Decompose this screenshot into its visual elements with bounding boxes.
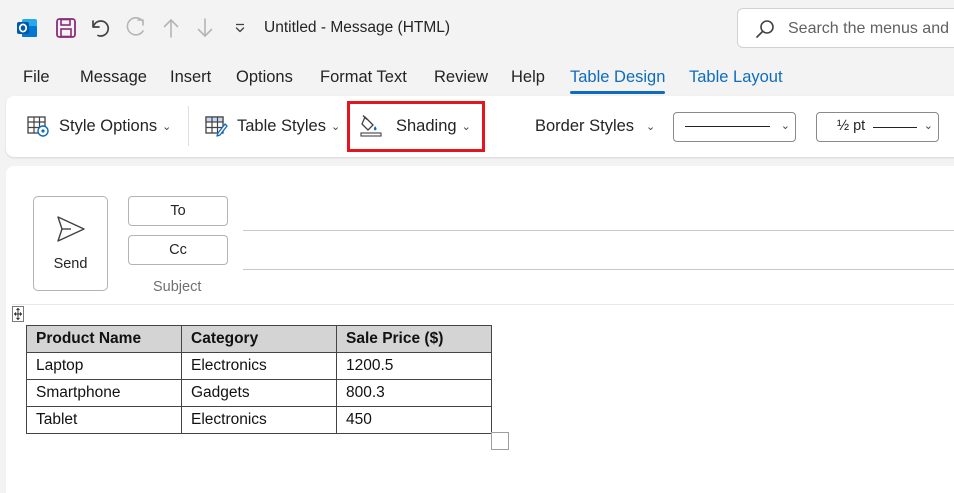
undo-icon[interactable] xyxy=(88,14,112,42)
ribbon: Style Options ⌄ Table Styles ⌄ Shading ⌄… xyxy=(6,96,954,157)
customize-toolbar-icon[interactable] xyxy=(230,14,250,42)
table-row: Tablet Electronics 450 xyxy=(26,406,492,434)
tab-file[interactable]: File xyxy=(23,68,50,87)
table-styles-button[interactable]: Table Styles ⌄ xyxy=(204,110,340,142)
tab-message[interactable]: Message xyxy=(80,68,147,87)
message-compose-area: Send To Cc Subject Product Name Category… xyxy=(6,166,954,493)
save-icon[interactable] xyxy=(54,14,78,42)
table-move-handle-icon[interactable] xyxy=(12,306,24,322)
tab-help[interactable]: Help xyxy=(511,68,545,87)
redo-icon[interactable] xyxy=(122,14,148,42)
chevron-down-icon: ⌄ xyxy=(162,120,172,133)
tab-options[interactable]: Options xyxy=(236,68,293,87)
chevron-down-icon: ⌄ xyxy=(780,120,790,132)
header-sale-price[interactable]: Sale Price ($) xyxy=(336,325,492,353)
table-row: Laptop Electronics 1200.5 xyxy=(26,352,492,380)
line-weight-dropdown[interactable]: ½ pt ⌄ xyxy=(816,112,939,142)
table-style-options-icon xyxy=(27,116,49,137)
header-product-name[interactable]: Product Name xyxy=(26,325,182,353)
search-icon xyxy=(756,20,774,38)
style-options-label: Style Options xyxy=(59,116,158,135)
ribbon-tabs: File Message Insert Options Format Text … xyxy=(0,62,954,96)
table-row: Smartphone Gadgets 800.3 xyxy=(26,379,492,407)
shading-label: Shading xyxy=(396,116,457,135)
table-cell[interactable]: Laptop xyxy=(26,352,182,380)
line-style-sample xyxy=(685,126,770,127)
body-divider xyxy=(12,304,954,305)
line-weight-sample xyxy=(873,127,917,128)
tab-format-text[interactable]: Format Text xyxy=(320,68,407,87)
table-cell[interactable]: Electronics xyxy=(181,352,337,380)
tab-insert[interactable]: Insert xyxy=(170,68,211,87)
cc-field[interactable] xyxy=(243,269,954,270)
table-resize-handle[interactable] xyxy=(491,432,509,450)
header-category[interactable]: Category xyxy=(181,325,337,353)
table-cell[interactable]: Smartphone xyxy=(26,379,182,407)
chevron-down-icon: ⌄ xyxy=(923,120,933,132)
product-table[interactable]: Product Name Category Sale Price ($) Lap… xyxy=(26,325,492,434)
subject-label: Subject xyxy=(153,279,202,295)
tab-table-design[interactable]: Table Design xyxy=(570,68,666,94)
chevron-down-icon: ⌄ xyxy=(330,120,341,133)
style-options-button[interactable]: Style Options ⌄ xyxy=(26,110,171,142)
chevron-down-icon: ⌄ xyxy=(461,120,471,133)
tab-table-layout[interactable]: Table Layout xyxy=(689,68,783,87)
table-cell[interactable]: 1200.5 xyxy=(336,352,492,380)
title-bar: Untitled - Message (HTML) xyxy=(0,0,954,58)
border-styles-button[interactable]: Border Styles ⌄ xyxy=(535,110,655,142)
ribbon-divider xyxy=(188,106,189,146)
table-cell[interactable]: 450 xyxy=(336,406,492,434)
to-field[interactable] xyxy=(243,230,954,231)
table-cell[interactable]: 800.3 xyxy=(336,379,492,407)
previous-item-icon[interactable] xyxy=(160,14,182,42)
window-title: Untitled - Message (HTML) xyxy=(264,19,451,36)
line-style-dropdown[interactable]: ⌄ xyxy=(673,112,796,142)
tab-review[interactable]: Review xyxy=(434,68,488,87)
table-cell[interactable]: Gadgets xyxy=(181,379,337,407)
send-icon xyxy=(57,216,85,242)
table-header-row: Product Name Category Sale Price ($) xyxy=(26,325,492,353)
search-input[interactable] xyxy=(788,17,954,41)
table-cell[interactable]: Electronics xyxy=(181,406,337,434)
search-box[interactable] xyxy=(737,8,954,48)
table-cell[interactable]: Tablet xyxy=(26,406,182,434)
border-styles-label: Border Styles xyxy=(535,116,635,135)
outlook-logo-icon xyxy=(14,14,40,42)
shading-button[interactable]: Shading ⌄ xyxy=(359,110,471,142)
cc-button[interactable]: Cc xyxy=(128,235,228,265)
line-weight-value: ½ pt xyxy=(837,118,866,134)
to-button[interactable]: To xyxy=(128,196,228,226)
table-styles-label: Table Styles xyxy=(237,116,326,135)
table-styles-icon xyxy=(205,116,228,137)
send-button[interactable]: Send xyxy=(33,196,108,291)
next-item-icon[interactable] xyxy=(194,14,216,42)
chevron-down-icon: ⌄ xyxy=(646,120,656,133)
send-label: Send xyxy=(53,256,88,272)
shading-paint-bucket-icon xyxy=(360,115,382,137)
